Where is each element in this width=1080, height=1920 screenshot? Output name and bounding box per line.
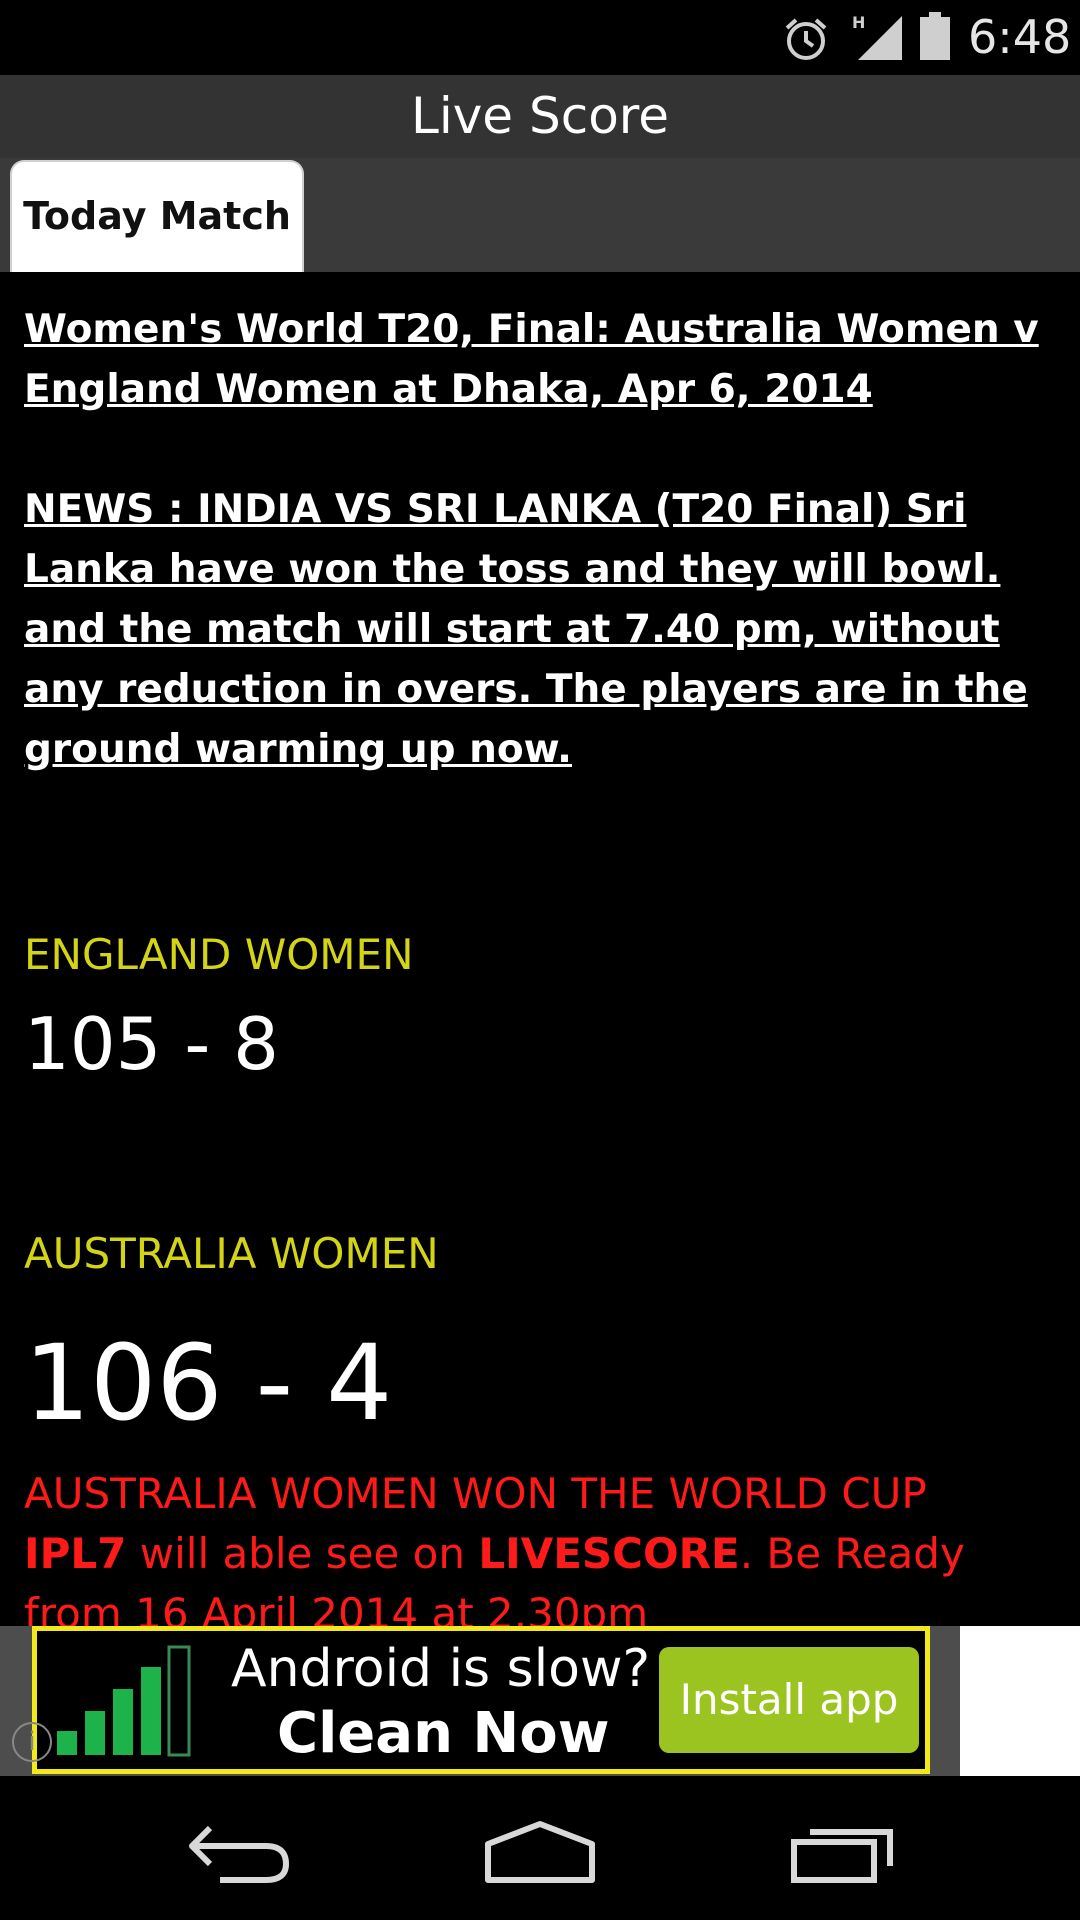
network-type-label: H xyxy=(852,14,865,32)
ad-info-icon[interactable]: i xyxy=(12,1722,52,1762)
home-icon[interactable] xyxy=(480,1806,600,1890)
team2-score: 106 - 4 xyxy=(24,1322,393,1444)
status-bar: H 6:48 xyxy=(0,0,1080,75)
match-headline[interactable]: Women's World T20, Final: Australia Wome… xyxy=(24,307,1039,412)
ad-headline: Android is slow? xyxy=(231,1639,651,1699)
result-block: AUSTRALIA WOMEN WON THE WORLD CUP IPL7 w… xyxy=(24,1464,1064,1626)
promo-text: will able see on xyxy=(126,1529,479,1578)
signal-icon: H xyxy=(852,14,902,60)
app-title: Live Score xyxy=(410,87,670,145)
back-icon[interactable] xyxy=(180,1806,300,1890)
clock: 6:48 xyxy=(968,10,1072,64)
result-text: AUSTRALIA WOMEN WON THE WORLD CUP xyxy=(24,1469,927,1518)
tab-today-match[interactable]: Today Match xyxy=(10,160,304,272)
signal-bars-icon xyxy=(57,1645,191,1757)
alarm-icon xyxy=(785,18,827,60)
ad-subheadline: Clean Now xyxy=(277,1701,610,1766)
promo-livescore: LIVESCORE xyxy=(478,1529,740,1578)
battery-icon xyxy=(920,12,950,60)
match-headline-block[interactable]: Women's World T20, Final: Australia Wome… xyxy=(24,300,1056,780)
promo-ipl: IPL7 xyxy=(24,1529,127,1578)
action-bar: Live Score xyxy=(0,75,1080,158)
recent-apps-icon[interactable] xyxy=(780,1806,900,1890)
install-app-button[interactable]: Install app xyxy=(659,1647,919,1753)
ad-banner[interactable]: Android is slow? Clean Now Install app xyxy=(32,1626,930,1774)
team1-name: ENGLAND WOMEN xyxy=(24,930,414,979)
ad-area: Android is slow? Clean Now Install app i xyxy=(0,1626,1080,1776)
install-app-label: Install app xyxy=(679,1675,899,1724)
tab-label: Today Match xyxy=(23,194,291,238)
news-text[interactable]: NEWS : INDIA VS SRI LANKA (T20 Final) Sr… xyxy=(24,487,1028,772)
team2-name: AUSTRALIA WOMEN xyxy=(24,1229,439,1278)
navigation-bar xyxy=(0,1776,1080,1920)
team1-score: 105 - 8 xyxy=(24,1002,279,1086)
match-content[interactable]: Women's World T20, Final: Australia Wome… xyxy=(0,272,1080,1626)
